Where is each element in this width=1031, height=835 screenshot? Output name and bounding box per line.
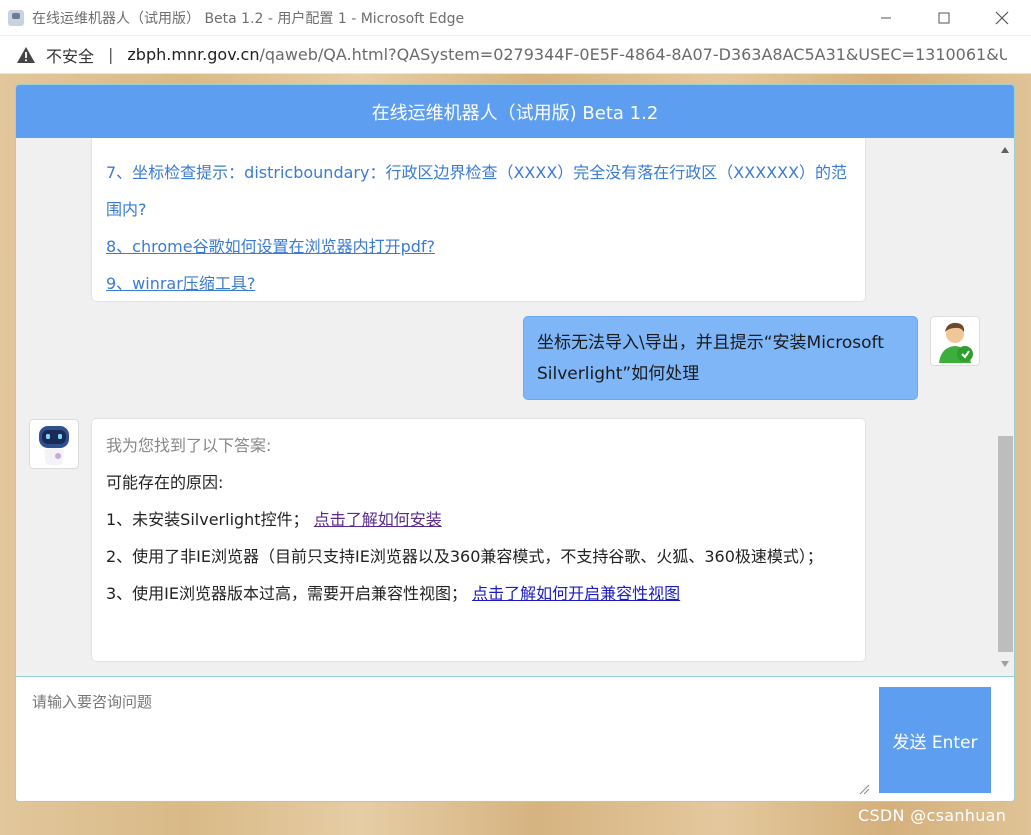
bot-message-answer: 我为您找到了以下答案: 可能存在的原因: 1、未安装Silverlight控件；… xyxy=(91,418,866,662)
window-controls xyxy=(857,0,1031,36)
chat-app: 在线运维机器人（试用版) Beta 1.2 7、坐标检查提示：districbo… xyxy=(15,84,1015,802)
answer-item-3: 3、使用IE浏览器版本过高，需要开启兼容性视图； 点击了解如何开启兼容性视图 xyxy=(106,575,851,612)
url-text[interactable]: zbph.mnr.gov.cn/qaweb/QA.html?QASystem=0… xyxy=(127,45,1007,64)
scroll-up-arrow-icon[interactable] xyxy=(1001,147,1009,153)
maximize-button[interactable] xyxy=(915,0,973,36)
send-button[interactable]: 发送 Enter xyxy=(879,687,991,793)
user-avatar xyxy=(930,316,980,366)
app-icon xyxy=(8,9,24,26)
window-title: 在线运维机器人（试用版） Beta 1.2 - 用户配置 1 - Microso… xyxy=(32,10,465,27)
compatibility-view-link[interactable]: 点击了解如何开启兼容性视图 xyxy=(472,584,680,603)
answer-item-1: 1、未安装Silverlight控件； 点击了解如何安装 xyxy=(106,501,851,538)
bot-message-suggestions: 7、坐标检查提示：districboundary：行政区边界检查（XXXX）完全… xyxy=(91,138,866,302)
url-host: zbph.mnr.gov.cn xyxy=(127,45,260,64)
message-scrollbar[interactable] xyxy=(997,138,1014,676)
minimize-icon xyxy=(881,17,891,19)
install-silverlight-link[interactable]: 点击了解如何安装 xyxy=(314,510,442,529)
scroll-down-arrow-icon[interactable] xyxy=(1001,661,1009,667)
address-bar[interactable]: 不安全 | zbph.mnr.gov.cn/qaweb/QA.html?QASy… xyxy=(0,36,1031,74)
suggestion-link-8[interactable]: 8、chrome谷歌如何设置在浏览器内打开pdf? xyxy=(106,228,851,265)
answer-item-2: 2、使用了非IE浏览器（目前只支持IE浏览器以及360兼容模式，不支持谷歌、火狐… xyxy=(106,547,823,566)
answer-item-1-text: 1、未安装Silverlight控件； xyxy=(106,510,309,529)
resize-grip-icon[interactable] xyxy=(858,783,870,795)
suggestion-link-7[interactable]: 7、坐标检查提示：districboundary：行政区边界检查（XXXX）完全… xyxy=(106,154,851,228)
chat-title: 在线运维机器人（试用版) Beta 1.2 xyxy=(371,102,659,124)
robot-icon xyxy=(39,426,69,466)
message-list[interactable]: 7、坐标检查提示：districboundary：行政区边界检查（XXXX）完全… xyxy=(16,138,997,676)
security-label[interactable]: 不安全 xyxy=(46,43,94,67)
scroll-thumb[interactable] xyxy=(998,436,1013,652)
suggestion-link-9[interactable]: 9、winrar压缩工具? xyxy=(106,265,851,302)
answer-item-3-text: 3、使用IE浏览器版本过高，需要开启兼容性视图； xyxy=(106,584,468,603)
user-avatar-icon xyxy=(939,322,973,363)
user-message: 坐标无法导入\导出，并且提示“安装Microsoft Silverlight”如… xyxy=(523,316,918,400)
warning-icon[interactable] xyxy=(16,46,36,64)
question-input[interactable] xyxy=(16,677,872,801)
address-separator: | xyxy=(108,45,114,64)
close-icon xyxy=(995,11,1009,25)
close-button[interactable] xyxy=(973,0,1031,36)
minimize-button[interactable] xyxy=(857,0,915,36)
maximize-icon xyxy=(938,12,950,24)
bot-greeting: 我为您找到了以下答案: xyxy=(106,436,272,455)
watermark: CSDN @csanhuan xyxy=(858,806,1007,825)
answer-heading: 可能存在的原因: xyxy=(106,473,224,492)
url-path: /qaweb/QA.html?QASystem=0279344F-0E5F-48… xyxy=(259,45,1008,64)
bot-avatar xyxy=(29,419,79,469)
input-area: 发送 Enter xyxy=(16,676,1014,801)
window-title-bar: 在线运维机器人（试用版） Beta 1.2 - 用户配置 1 - Microso… xyxy=(0,0,1031,36)
chat-header: 在线运维机器人（试用版) Beta 1.2 xyxy=(16,85,1014,138)
